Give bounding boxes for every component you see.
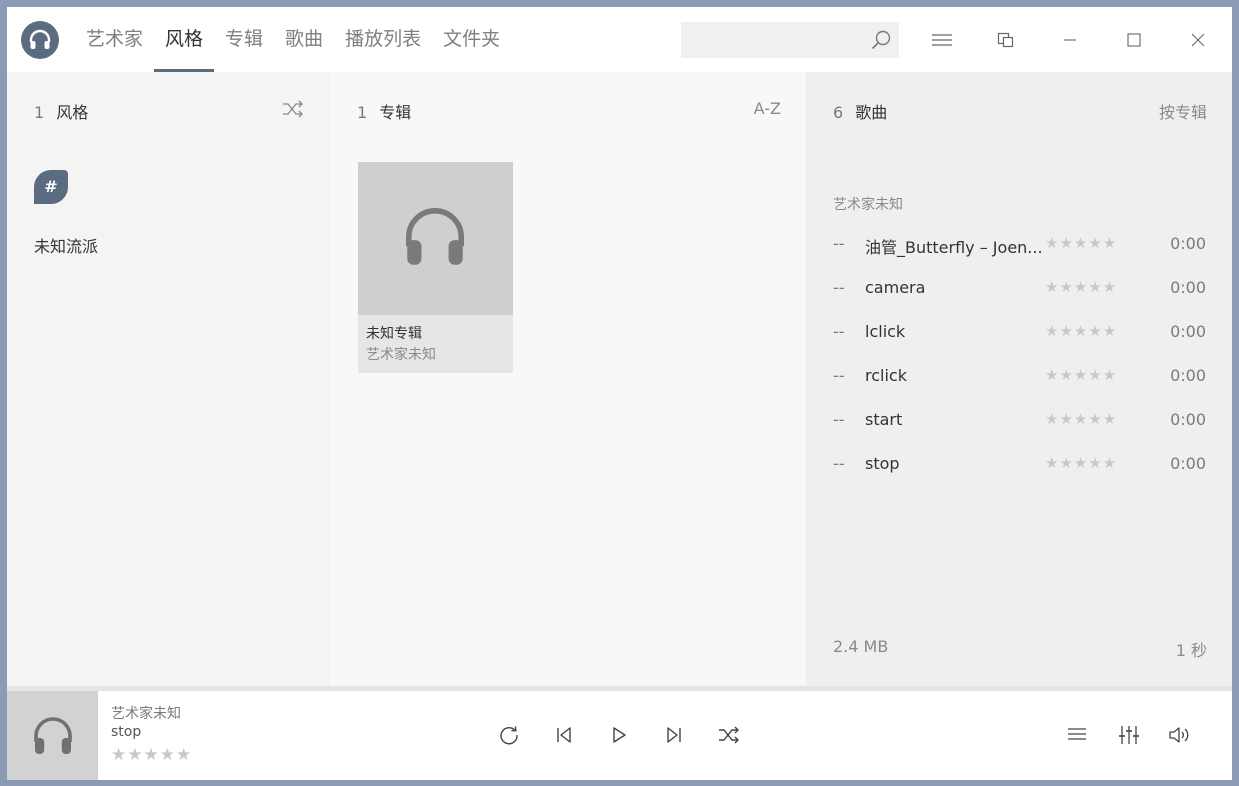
songs-count: 6 xyxy=(833,103,844,122)
songs-header: 6 歌曲 按专辑 xyxy=(833,99,1207,123)
list-item[interactable]: -- stop ★★★★★ 0:00 xyxy=(833,444,1206,488)
rating-stars[interactable]: ★★★★★ xyxy=(1045,278,1117,296)
hamburger-menu-icon[interactable] xyxy=(927,25,957,55)
queue-icon[interactable] xyxy=(1062,720,1092,750)
albums-sort-button[interactable]: A-Z xyxy=(754,99,781,118)
compact-view-icon[interactable] xyxy=(991,25,1021,55)
genres-panel: 1 风格 # 未知流派 xyxy=(7,72,330,686)
now-playing-artist: 艺术家未知 xyxy=(111,706,181,722)
shuffle-icon[interactable] xyxy=(714,720,744,750)
now-playing-title: stop xyxy=(111,724,142,740)
player-bar: 艺术家未知 stop ★★★★★ xyxy=(7,691,1232,780)
headphones-icon[interactable] xyxy=(21,21,59,59)
list-item[interactable]: -- camera ★★★★★ 0:00 xyxy=(833,268,1206,312)
artist-group-label: 艺术家未知 xyxy=(833,197,903,213)
volume-icon[interactable] xyxy=(1164,720,1194,750)
tab-folders[interactable]: 文件夹 xyxy=(432,7,511,72)
song-duration: 0:00 xyxy=(1170,366,1206,385)
album-title: 未知专辑 xyxy=(366,326,422,342)
rating-stars[interactable]: ★★★★★ xyxy=(1045,366,1117,384)
search-icon[interactable] xyxy=(869,28,893,56)
headphones-icon xyxy=(406,208,464,265)
nav-tabs: 艺术家 风格 专辑 歌曲 播放列表 文件夹 xyxy=(75,7,511,72)
albums-title: 专辑 xyxy=(379,103,412,122)
song-title: camera xyxy=(865,278,926,297)
total-size: 2.4 MB xyxy=(833,637,889,656)
album-art xyxy=(358,162,513,315)
albums-panel: 1 专辑 A-Z 未知专辑 艺术家未知 xyxy=(330,72,806,686)
rating-stars[interactable]: ★★★★★ xyxy=(1045,234,1117,252)
tab-artists[interactable]: 艺术家 xyxy=(75,7,154,72)
maximize-icon[interactable] xyxy=(1119,25,1149,55)
header-bar: 艺术家 风格 专辑 歌曲 播放列表 文件夹 xyxy=(7,7,1232,72)
tab-playlists[interactable]: 播放列表 xyxy=(334,7,432,72)
song-title: stop xyxy=(865,454,900,473)
songs-title: 歌曲 xyxy=(855,103,888,122)
now-playing-rating[interactable]: ★★★★★ xyxy=(111,745,192,765)
search-input[interactable] xyxy=(681,22,861,58)
albums-header: 1 专辑 A-Z xyxy=(357,99,781,123)
song-title: 油管_Butterfly – Joen... xyxy=(865,238,1043,257)
genres-count: 1 xyxy=(34,103,45,122)
track-number: -- xyxy=(833,234,845,253)
headphones-icon xyxy=(34,717,72,754)
album-card[interactable]: 未知专辑 艺术家未知 xyxy=(358,162,513,373)
tab-genres[interactable]: 风格 xyxy=(154,7,215,72)
genre-name[interactable]: 未知流派 xyxy=(34,233,98,257)
rating-stars[interactable]: ★★★★★ xyxy=(1045,322,1117,340)
genres-title: 风格 xyxy=(56,103,89,122)
album-artist: 艺术家未知 xyxy=(366,347,436,363)
list-item[interactable]: -- lclick ★★★★★ 0:00 xyxy=(833,312,1206,356)
albums-count: 1 xyxy=(357,103,368,122)
now-playing-art[interactable] xyxy=(7,691,98,780)
tab-songs[interactable]: 歌曲 xyxy=(274,7,334,72)
play-icon[interactable] xyxy=(604,720,634,750)
app-window: 艺术家 风格 专辑 歌曲 播放列表 文件夹 1 风格 # 未知流派 1 专辑 A… xyxy=(7,7,1232,780)
shuffle-icon[interactable] xyxy=(281,99,305,123)
track-number: -- xyxy=(833,278,845,297)
song-title: lclick xyxy=(865,322,906,341)
rating-stars[interactable]: ★★★★★ xyxy=(1045,454,1117,472)
song-duration: 0:00 xyxy=(1170,234,1206,253)
equalizer-icon[interactable] xyxy=(1114,720,1144,750)
track-number: -- xyxy=(833,454,845,473)
song-title: start xyxy=(865,410,903,429)
list-item[interactable]: -- 油管_Butterfly – Joen... ★★★★★ 0:00 xyxy=(833,224,1206,268)
rating-stars[interactable]: ★★★★★ xyxy=(1045,410,1117,428)
songs-footer: 2.4 MB 1 秒 xyxy=(833,637,1207,660)
song-duration: 0:00 xyxy=(1170,410,1206,429)
genre-badge[interactable]: # xyxy=(34,170,68,204)
track-number: -- xyxy=(833,322,845,341)
song-duration: 0:00 xyxy=(1170,322,1206,341)
next-icon[interactable] xyxy=(659,720,689,750)
song-duration: 0:00 xyxy=(1170,278,1206,297)
track-number: -- xyxy=(833,366,845,385)
list-item[interactable]: -- start ★★★★★ 0:00 xyxy=(833,400,1206,444)
total-time: 1 秒 xyxy=(1175,641,1207,660)
tab-albums[interactable]: 专辑 xyxy=(214,7,274,72)
search-box xyxy=(681,22,899,58)
repeat-icon[interactable] xyxy=(494,720,524,750)
minimize-icon[interactable] xyxy=(1055,25,1085,55)
songs-sort-button[interactable]: 按专辑 xyxy=(1159,99,1207,123)
songs-panel: 6 歌曲 按专辑 艺术家未知 -- 油管_Butterfly – Joen... … xyxy=(806,72,1232,686)
close-icon[interactable] xyxy=(1183,25,1213,55)
list-item[interactable]: -- rclick ★★★★★ 0:00 xyxy=(833,356,1206,400)
track-number: -- xyxy=(833,410,845,429)
song-list: -- 油管_Butterfly – Joen... ★★★★★ 0:00 -- … xyxy=(833,224,1206,488)
genres-header: 1 风格 xyxy=(34,99,305,123)
previous-icon[interactable] xyxy=(549,720,579,750)
song-duration: 0:00 xyxy=(1170,454,1206,473)
song-title: rclick xyxy=(865,366,907,385)
